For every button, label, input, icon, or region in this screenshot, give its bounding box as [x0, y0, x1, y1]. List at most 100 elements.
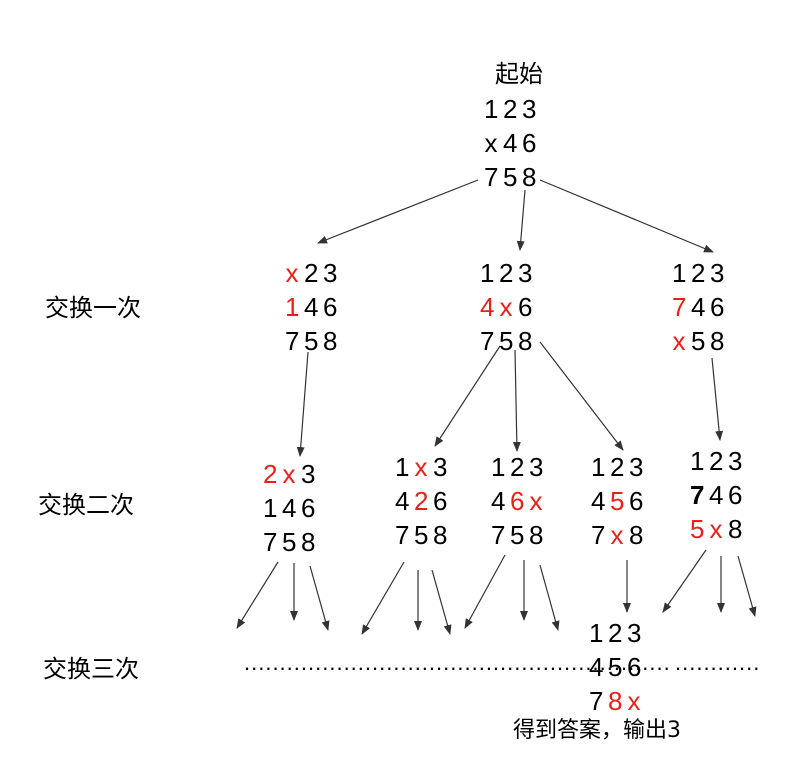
board-row: 123	[484, 92, 536, 126]
board-cell: 2	[499, 258, 514, 288]
board-cell: 2	[608, 618, 623, 648]
board-row: 758	[395, 518, 447, 552]
board-cell: 3	[522, 94, 537, 124]
board-cell: 7	[263, 527, 278, 557]
board-cell: x	[282, 459, 296, 489]
board-cell: 3	[323, 258, 338, 288]
board-cell: 6	[323, 292, 338, 322]
board-cell: 8	[323, 326, 338, 356]
arrow-root-to-l1a	[317, 179, 479, 244]
board-cell: 3	[433, 452, 448, 482]
board-cell: x	[484, 128, 498, 158]
arrow-root-to-l1c	[539, 179, 714, 253]
board-cell: 4	[591, 486, 606, 516]
board-row: 123	[480, 256, 532, 290]
board-cell: 2	[503, 94, 518, 124]
arrow-root-to-l1b	[516, 189, 526, 251]
board-cell: 5	[503, 162, 518, 192]
arrow-l2e-child-3	[737, 555, 757, 617]
board-cell: 7	[285, 326, 300, 356]
board-cell: 4	[480, 292, 495, 322]
board-cell: 1	[263, 493, 278, 523]
board-cell: 7	[591, 520, 606, 550]
board-cell: 6	[433, 486, 448, 516]
arrow-l1b-to-l2b	[434, 345, 501, 447]
board-cell: 7	[484, 162, 499, 192]
board-cell: 1	[480, 258, 495, 288]
board-row: 146	[285, 290, 337, 324]
board-cell: 2	[263, 459, 278, 489]
board-cell: 6	[728, 480, 743, 510]
board-cell: 1	[285, 292, 300, 322]
board-cell: 3	[627, 618, 642, 648]
board-swap2-b: 1x3426758	[395, 450, 447, 552]
board-cell: 8	[522, 162, 537, 192]
board-cell: 7	[491, 520, 506, 550]
arrow-l1b-to-l2c	[512, 349, 521, 452]
board-row: 123	[690, 444, 742, 478]
ellipsis-right: ............	[675, 650, 761, 675]
board-cell: 4	[503, 128, 518, 158]
board-swap2-c: 12346x758	[491, 450, 543, 552]
board-cell: 3	[301, 459, 316, 489]
board-cell: 8	[710, 326, 725, 356]
board-row: 1x3	[395, 450, 447, 484]
board-cell: 8	[629, 520, 644, 550]
board-cell: x	[285, 258, 299, 288]
ellipsis-left: ........................................…	[244, 650, 671, 675]
arrow-l1c-to-l2e	[711, 357, 724, 441]
board-row: 46x	[491, 484, 543, 518]
board-cell: 8	[301, 527, 316, 557]
board-cell: 5	[499, 326, 514, 356]
board-row: x46	[484, 126, 537, 160]
board-cell: 2	[304, 258, 319, 288]
board-row: 123	[591, 450, 643, 484]
board-cell: 2	[709, 446, 724, 476]
board-root: 123x46758	[484, 92, 536, 194]
board-cell: 6	[710, 292, 725, 322]
board-row: 123	[589, 616, 641, 650]
board-row: 746	[690, 478, 742, 512]
board-cell: 4	[282, 493, 297, 523]
board-row: 746	[672, 290, 724, 324]
board-cell: 8	[529, 520, 544, 550]
board-cell: 5	[414, 520, 429, 550]
board-cell: 7	[480, 326, 495, 356]
board-cell: 1	[484, 94, 499, 124]
board-row: 146	[263, 491, 315, 525]
board-cell: 7	[672, 292, 687, 322]
board-row: 7x8	[591, 518, 643, 552]
board-row: 758	[480, 324, 532, 358]
board-row: 123	[491, 450, 543, 484]
arrow-l2e-child-1	[662, 549, 707, 613]
board-cell: x	[610, 520, 624, 550]
board-cell: 2	[510, 452, 525, 482]
board-cell: 4	[691, 292, 706, 322]
board-cell: 6	[518, 292, 533, 322]
board-cell: 1	[491, 452, 506, 482]
board-cell: x	[529, 486, 543, 516]
board-cell: 6	[301, 493, 316, 523]
board-cell: 6	[629, 486, 644, 516]
answer-text: 得到答案，输出3	[513, 718, 681, 743]
board-cell: 8	[728, 514, 743, 544]
board-cell: 3	[629, 452, 644, 482]
board-cell: 4	[709, 480, 724, 510]
board-cell: x	[672, 326, 686, 356]
board-cell: 2	[610, 452, 625, 482]
board-cell: 5	[510, 520, 525, 550]
arrow-l1a-to-l2a	[296, 351, 309, 457]
board-swap1-a: x23146758	[285, 256, 337, 358]
board-cell: 3	[529, 452, 544, 482]
board-row: 4x6	[480, 290, 532, 324]
board-swap2-d: 1234567x8	[591, 450, 643, 552]
board-cell: 8	[518, 326, 533, 356]
board-row: 5x8	[690, 512, 742, 546]
board-cell: 3	[710, 258, 725, 288]
board-row: x58	[672, 324, 725, 358]
board-swap2-e: 1237465x8	[690, 444, 742, 546]
board-cell: 2	[414, 486, 429, 516]
board-row: 758	[263, 525, 315, 559]
board-cell: 1	[589, 618, 604, 648]
board-cell: 4	[395, 486, 410, 516]
